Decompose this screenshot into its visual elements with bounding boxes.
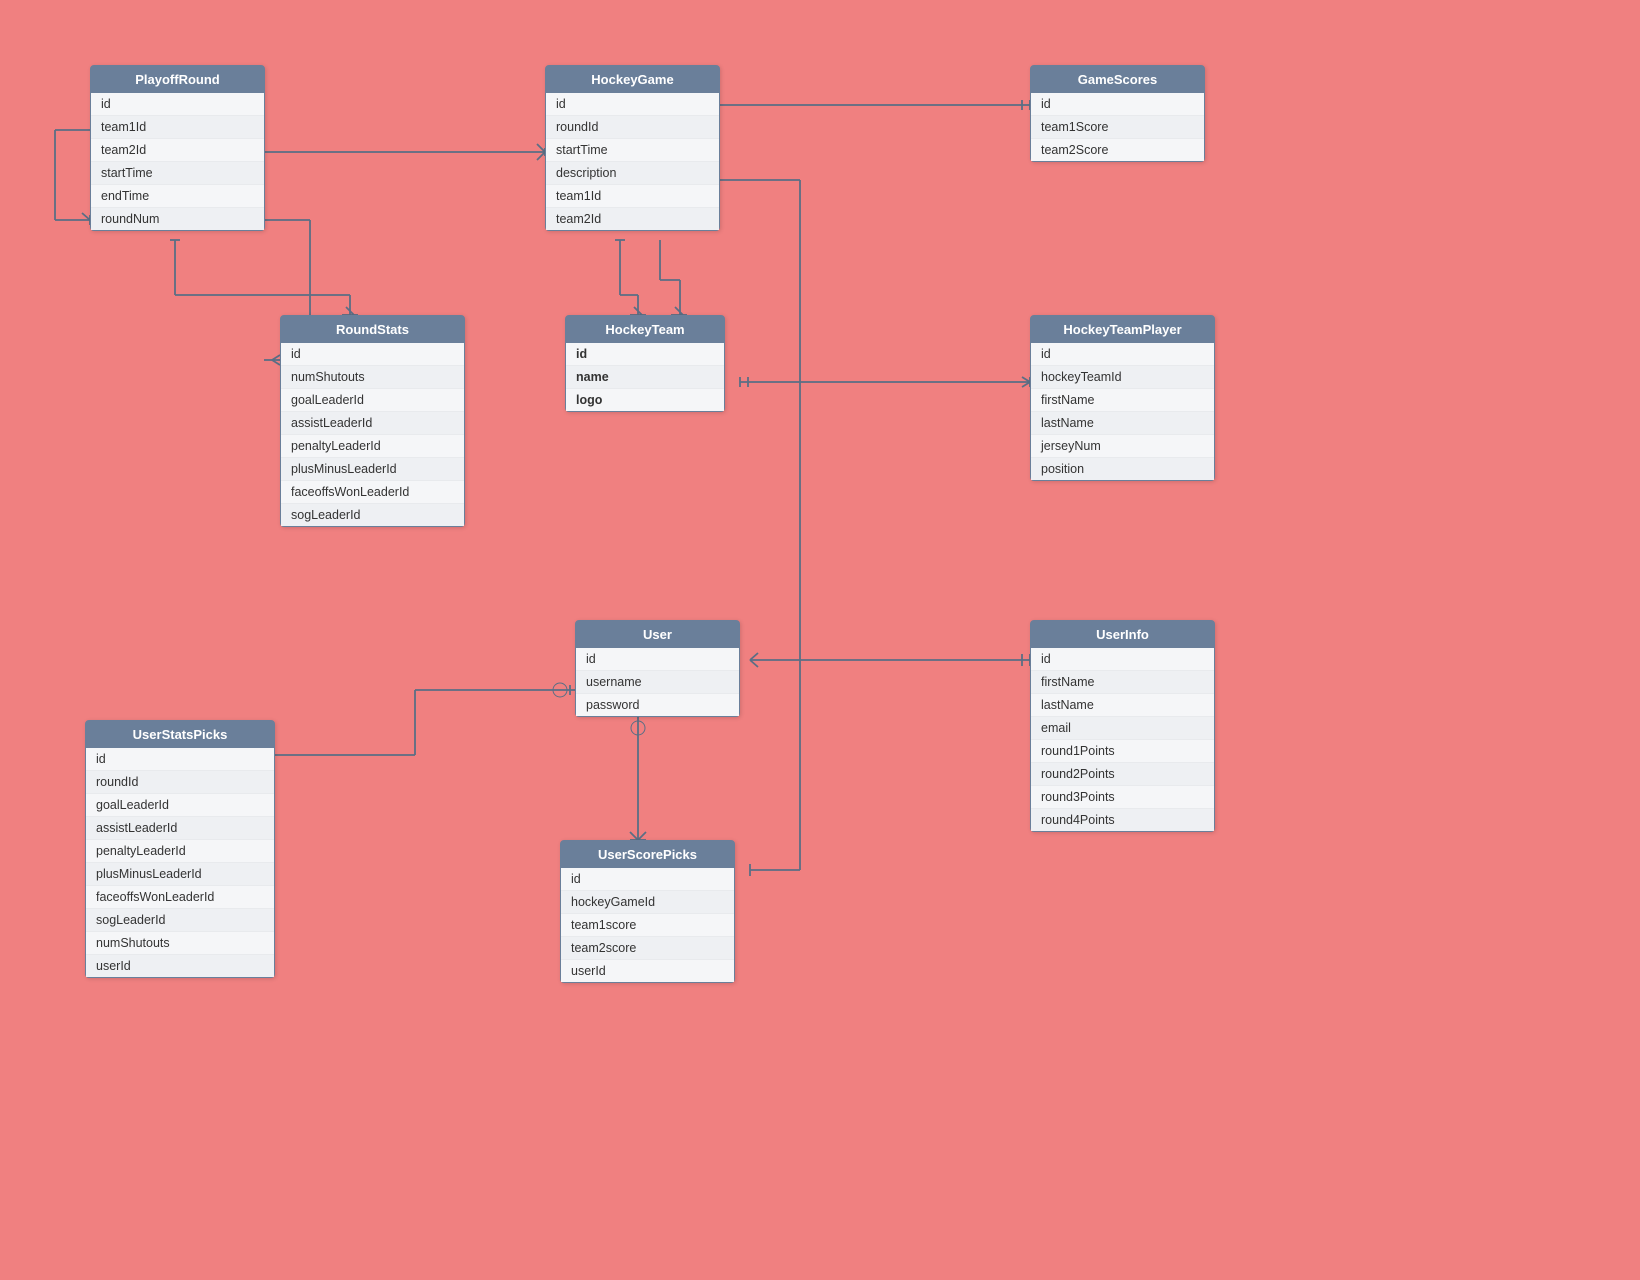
field-userscorepicks-hockeygameid: hockeyGameId	[561, 891, 734, 914]
entity-user-header: User	[576, 621, 739, 648]
field-user-username: username	[576, 671, 739, 694]
field-gamescores-team2score: team2Score	[1031, 139, 1204, 161]
entity-userscorepicks: UserScorePicks id hockeyGameId team1scor…	[560, 840, 735, 983]
field-roundstats-goalleaderid: goalLeaderId	[281, 389, 464, 412]
field-hockeyteamplayer-jerseynum: jerseyNum	[1031, 435, 1214, 458]
field-userstatspicks-plusminusleaderid: plusMinusLeaderId	[86, 863, 274, 886]
entity-userinfo: UserInfo id firstName lastName email rou…	[1030, 620, 1215, 832]
field-hockeyteamplayer-lastname: lastName	[1031, 412, 1214, 435]
field-user-password: password	[576, 694, 739, 716]
entity-playoffround: PlayoffRound id team1Id team2Id startTim…	[90, 65, 265, 231]
entity-hockeyteam: HockeyTeam id name logo	[565, 315, 725, 412]
field-userstatspicks-numshutouts: numShutouts	[86, 932, 274, 955]
field-hockeygame-id: id	[546, 93, 719, 116]
entity-roundstats: RoundStats id numShutouts goalLeaderId a…	[280, 315, 465, 527]
field-roundstats-sogleaderid: sogLeaderId	[281, 504, 464, 526]
field-roundstats-penaltyleaderid: penaltyLeaderId	[281, 435, 464, 458]
field-roundstats-numshutouts: numShutouts	[281, 366, 464, 389]
field-user-id: id	[576, 648, 739, 671]
field-userinfo-round2points: round2Points	[1031, 763, 1214, 786]
field-playoffround-endtime: endTime	[91, 185, 264, 208]
entity-roundstats-header: RoundStats	[281, 316, 464, 343]
field-playoffround-team1id: team1Id	[91, 116, 264, 139]
field-hockeyteamplayer-id: id	[1031, 343, 1214, 366]
entity-hockeyteam-header: HockeyTeam	[566, 316, 724, 343]
field-roundstats-id: id	[281, 343, 464, 366]
field-gamescores-id: id	[1031, 93, 1204, 116]
field-userstatspicks-userid: userId	[86, 955, 274, 977]
field-userstatspicks-id: id	[86, 748, 274, 771]
field-userscorepicks-team2score: team2score	[561, 937, 734, 960]
field-hockeyteam-id: id	[566, 343, 724, 366]
field-hockeyteamplayer-firstname: firstName	[1031, 389, 1214, 412]
field-userinfo-round1points: round1Points	[1031, 740, 1214, 763]
field-hockeygame-starttime: startTime	[546, 139, 719, 162]
entity-userscorepicks-header: UserScorePicks	[561, 841, 734, 868]
field-roundstats-faceoffswonleaderid: faceoffsWonLeaderId	[281, 481, 464, 504]
field-userscorepicks-userid: userId	[561, 960, 734, 982]
entity-userinfo-header: UserInfo	[1031, 621, 1214, 648]
field-hockeygame-team1id: team1Id	[546, 185, 719, 208]
field-hockeygame-description: description	[546, 162, 719, 185]
field-userinfo-email: email	[1031, 717, 1214, 740]
field-hockeygame-roundid: roundId	[546, 116, 719, 139]
field-userstatspicks-faceoffswonleaderid: faceoffsWonLeaderId	[86, 886, 274, 909]
field-userstatspicks-assistleaderid: assistLeaderId	[86, 817, 274, 840]
field-userscorepicks-team1score: team1score	[561, 914, 734, 937]
field-roundstats-plusminusleaderid: plusMinusLeaderId	[281, 458, 464, 481]
field-hockeyteamplayer-position: position	[1031, 458, 1214, 480]
field-hockeyteam-name: name	[566, 366, 724, 389]
entity-userstatspicks: UserStatsPicks id roundId goalLeaderId a…	[85, 720, 275, 978]
field-userstatspicks-penaltyleaderid: penaltyLeaderId	[86, 840, 274, 863]
entity-hockeyteamplayer: HockeyTeamPlayer id hockeyTeamId firstNa…	[1030, 315, 1215, 481]
field-userinfo-id: id	[1031, 648, 1214, 671]
field-roundstats-assistleaderid: assistLeaderId	[281, 412, 464, 435]
field-playoffround-roundnum: roundNum	[91, 208, 264, 230]
entity-gamescores: GameScores id team1Score team2Score	[1030, 65, 1205, 162]
entity-hockeygame: HockeyGame id roundId startTime descript…	[545, 65, 720, 231]
entity-hockeygame-header: HockeyGame	[546, 66, 719, 93]
field-userinfo-round3points: round3Points	[1031, 786, 1214, 809]
field-playoffround-starttime: startTime	[91, 162, 264, 185]
field-userinfo-lastname: lastName	[1031, 694, 1214, 717]
field-hockeyteamplayer-hockeyteamid: hockeyTeamId	[1031, 366, 1214, 389]
entity-playoffround-header: PlayoffRound	[91, 66, 264, 93]
field-gamescores-team1score: team1Score	[1031, 116, 1204, 139]
diagram-canvas: PlayoffRound id team1Id team2Id startTim…	[0, 0, 1640, 1280]
entity-userstatspicks-header: UserStatsPicks	[86, 721, 274, 748]
entity-user: User id username password	[575, 620, 740, 717]
field-playoffround-id: id	[91, 93, 264, 116]
entity-gamescores-header: GameScores	[1031, 66, 1204, 93]
field-playoffround-team2id: team2Id	[91, 139, 264, 162]
field-userscorepicks-id: id	[561, 868, 734, 891]
field-userinfo-firstname: firstName	[1031, 671, 1214, 694]
field-hockeygame-team2id: team2Id	[546, 208, 719, 230]
field-userstatspicks-roundid: roundId	[86, 771, 274, 794]
field-userinfo-round4points: round4Points	[1031, 809, 1214, 831]
field-userstatspicks-sogleaderid: sogLeaderId	[86, 909, 274, 932]
field-hockeyteam-logo: logo	[566, 389, 724, 411]
field-userstatspicks-goalleaderid: goalLeaderId	[86, 794, 274, 817]
entity-hockeyteamplayer-header: HockeyTeamPlayer	[1031, 316, 1214, 343]
